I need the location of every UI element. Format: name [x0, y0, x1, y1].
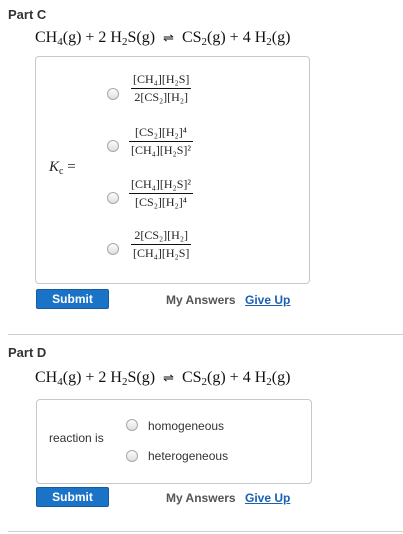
kc-option-2-fraction: [CS₂][H₂]⁴ [CH₄][H₂S]² — [129, 125, 193, 157]
heterogeneous-label: heterogeneous — [148, 449, 229, 463]
part-d-submit-button[interactable]: Submit — [36, 487, 109, 507]
kc-option-1-fraction: [CH₄][H₂S] 2[CS₂][H₂] — [131, 72, 192, 104]
bottom-divider — [8, 531, 403, 532]
equilibrium-arrow-icon: ⇌ — [163, 370, 174, 385]
section-divider — [8, 334, 403, 335]
kc-option-3-fraction: [CH₄][H₂S]² [CS₂][H₂]⁴ — [129, 177, 193, 209]
kc-option-1-radio[interactable] — [107, 88, 119, 100]
part-c-give-up-link[interactable]: Give Up — [245, 293, 290, 307]
reaction-is-label: reaction is — [49, 431, 104, 445]
part-d-my-answers-link[interactable]: My Answers — [166, 491, 236, 505]
homogeneous-label: homogeneous — [148, 419, 225, 433]
kc-option-3-radio[interactable] — [107, 192, 119, 204]
part-c-equation: CH4(g) + 2 H2S(g) ⇌ CS2(g) + 4 H2(g) — [35, 29, 291, 48]
kc-label: Kc = — [49, 159, 76, 177]
heterogeneous-radio[interactable] — [126, 450, 138, 462]
kc-option-4-fraction: 2[CS₂][H₂] [CH₄][H₂S] — [131, 228, 192, 260]
kc-option-2-radio[interactable] — [107, 140, 119, 152]
homogeneous-radio[interactable] — [126, 419, 138, 431]
part-c-answer-box: Kc = [CH₄][H₂S] 2[CS₂][H₂] [CS₂][H₂]⁴ [C… — [35, 56, 310, 284]
equilibrium-arrow-icon: ⇌ — [163, 30, 174, 45]
part-d-answer-box: reaction is homogeneous heterogeneous — [36, 399, 312, 484]
part-c-title: Part C — [8, 7, 47, 22]
part-c-submit-button[interactable]: Submit — [36, 289, 109, 309]
part-c-my-answers-link[interactable]: My Answers — [166, 293, 236, 307]
part-d-equation: CH4(g) + 2 H2S(g) ⇌ CS2(g) + 4 H2(g) — [35, 369, 291, 388]
kc-option-4-radio[interactable] — [107, 243, 119, 255]
part-d-title: Part D — [8, 345, 47, 360]
part-d-give-up-link[interactable]: Give Up — [245, 491, 290, 505]
